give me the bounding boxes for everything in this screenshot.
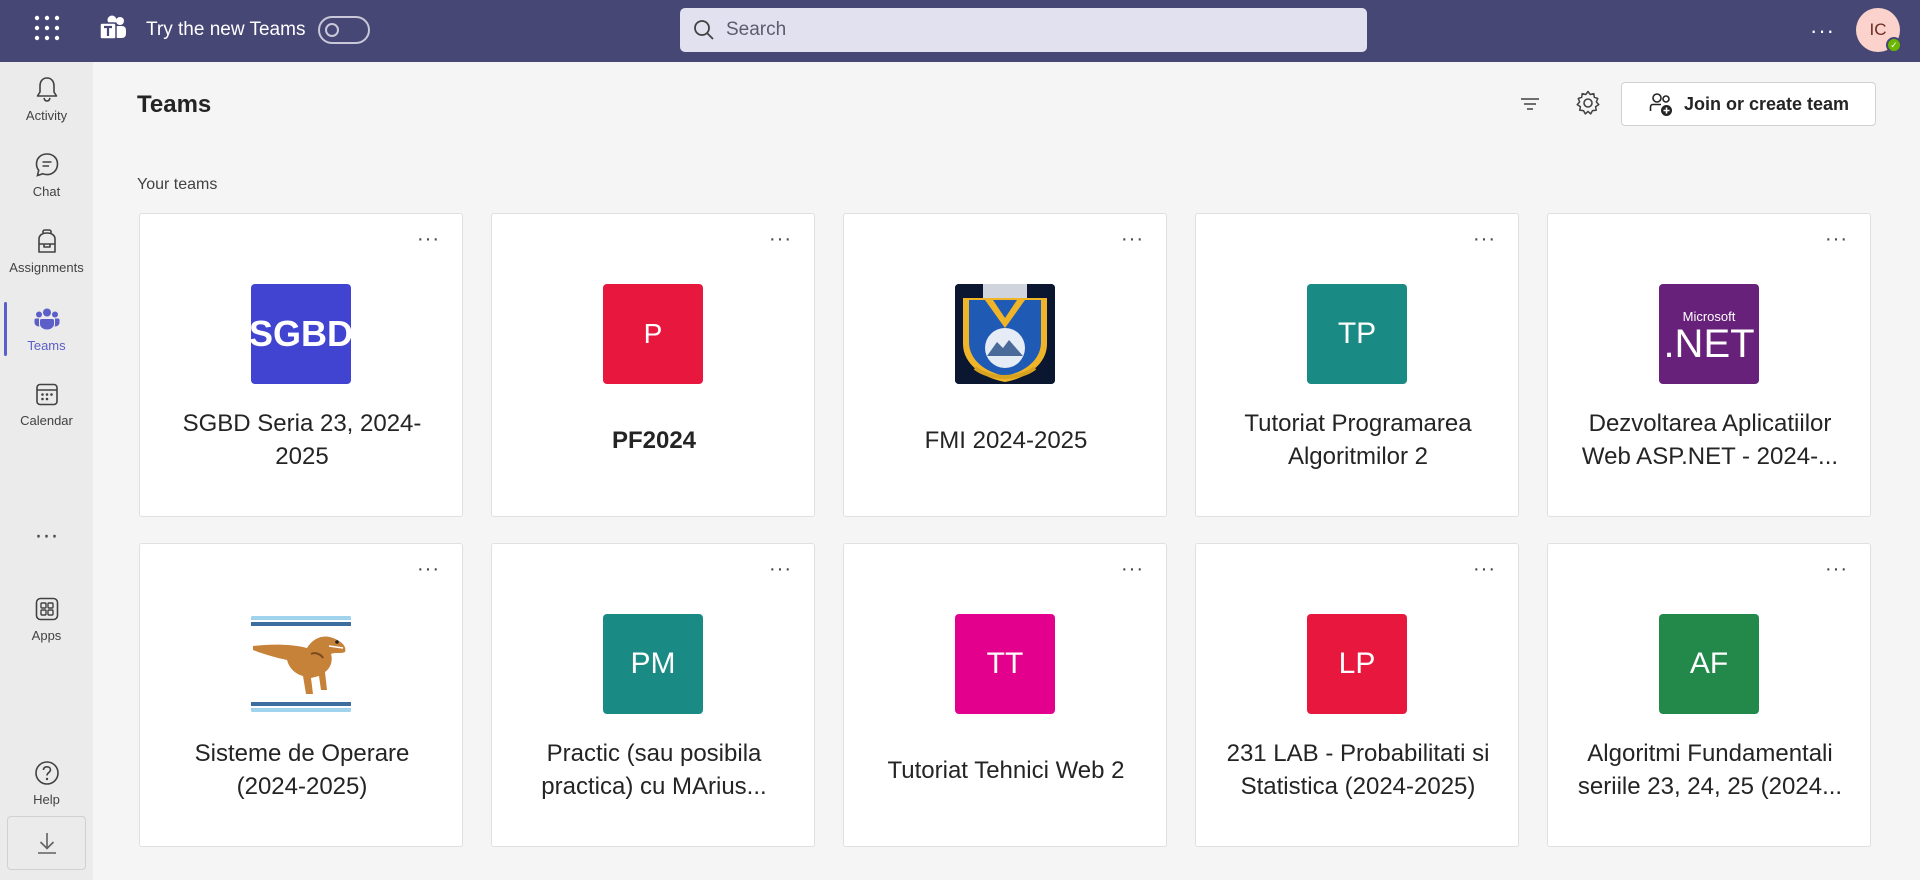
more-options-icon[interactable]: ···	[769, 228, 792, 251]
left-rail: Activity Chat Assignments Teams Calendar…	[0, 62, 93, 880]
more-options-icon[interactable]: ···	[769, 558, 792, 581]
chat-icon	[35, 153, 58, 177]
team-tile-text: PM	[630, 647, 676, 680]
team-card[interactable]: ··· AF Algoritmi Fundamentali seriile 23…	[1547, 543, 1871, 847]
team-card[interactable]: ··· Microsoft .NET Dezvoltarea Aplicatii…	[1547, 213, 1871, 517]
dotnet-label: .NET	[1663, 321, 1755, 366]
gear-icon[interactable]	[1573, 88, 1603, 118]
team-card[interactable]: ··· P PF2024	[491, 213, 815, 517]
new-teams-toggle[interactable]	[318, 16, 370, 44]
more-options-icon[interactable]: ···	[417, 558, 440, 581]
people-icon	[34, 308, 59, 330]
join-or-create-team-button[interactable]: Join or create team	[1621, 82, 1876, 126]
team-name: FMI 2024-2025	[924, 426, 1088, 454]
dotnet-logo-tile: Microsoft .NET	[1659, 284, 1759, 384]
top-bar: Try the new Teams ··· IC ✓	[0, 0, 1920, 62]
team-card[interactable]: ··· FMI 2024-2025	[843, 213, 1167, 517]
search-icon	[694, 20, 714, 40]
filter-icon[interactable]	[1516, 90, 1544, 118]
rail-item-apps[interactable]: Apps	[0, 582, 93, 656]
team-tile: PM	[603, 614, 703, 714]
university-crest-image	[955, 284, 1055, 384]
more-options-icon[interactable]: ···	[1473, 558, 1496, 581]
rail-item-label: Calendar	[20, 413, 73, 428]
rail-more-icon[interactable]: ···	[0, 522, 93, 550]
rail-item-label: Assignments	[9, 260, 84, 275]
more-options-icon[interactable]: ···	[417, 228, 440, 251]
crest-graphic	[955, 284, 1055, 384]
rail-item-calendar[interactable]: Calendar	[0, 367, 93, 441]
dinosaur-graphic	[251, 614, 351, 714]
team-card[interactable]: ··· TP Tutoriat Programarea Algoritmilor…	[1195, 213, 1519, 517]
search-box[interactable]	[680, 8, 1367, 52]
waffle-icon[interactable]	[34, 15, 60, 41]
team-tile-text: TT	[986, 647, 1024, 680]
team-tile: LP	[1307, 614, 1407, 714]
team-tile-text: AF	[1689, 647, 1729, 680]
avatar[interactable]: IC ✓	[1856, 8, 1902, 53]
team-tile-text: LP	[1338, 647, 1376, 680]
team-card[interactable]: ··· SGBD SGBD Seria 23, 2024-2025	[139, 213, 463, 517]
team-card[interactable]: ··· Sisteme de Operare (2024-2025)	[139, 543, 463, 847]
page-title: Teams	[137, 91, 212, 118]
more-options-icon[interactable]: ···	[1825, 558, 1848, 581]
avatar-initials: IC	[1869, 20, 1887, 39]
team-name: Tutoriat Programarea Algoritmilor 2	[1244, 410, 1472, 470]
backpack-icon	[37, 229, 56, 253]
rail-item-label: Chat	[32, 184, 61, 199]
team-name: SGBD Seria 23, 2024-2025	[182, 410, 422, 470]
bell-icon	[36, 77, 57, 102]
teams-logo-icon	[99, 15, 126, 40]
more-options-icon[interactable]: ···	[1473, 228, 1496, 251]
download-icon	[37, 833, 56, 854]
team-tile: SGBD	[251, 284, 351, 384]
more-horizontal-icon[interactable]: ···	[1810, 18, 1835, 44]
team-tile: AF	[1659, 614, 1759, 714]
more-options-icon[interactable]: ···	[1121, 228, 1144, 251]
rail-item-label: Activity	[25, 108, 68, 123]
rail-item-teams[interactable]: Teams	[0, 292, 93, 366]
rail-item-label: Apps	[31, 628, 62, 643]
download-button[interactable]	[7, 816, 86, 870]
toggle-knob	[325, 23, 339, 37]
presence-available-icon: ✓	[1886, 37, 1902, 53]
help-icon	[34, 761, 59, 785]
team-name: Algoritmi Fundamentali seriile 23, 24, 2…	[1577, 740, 1843, 800]
team-name: PF2024	[611, 426, 697, 454]
team-tile: TT	[955, 614, 1055, 714]
more-options-icon[interactable]: ···	[1825, 228, 1848, 251]
rail-item-label: Help	[33, 792, 60, 807]
team-card[interactable]: ··· LP 231 LAB - Probabilitati si Statis…	[1195, 543, 1519, 847]
team-card[interactable]: ··· TT Tutoriat Tehnici Web 2	[843, 543, 1167, 847]
dinosaur-image	[251, 614, 351, 714]
team-name: Sisteme de Operare (2024-2025)	[194, 740, 410, 800]
team-name: Tutoriat Tehnici Web 2	[887, 756, 1125, 784]
team-name: Dezvoltarea Aplicatiilor Web ASP.NET - 2…	[1581, 410, 1839, 470]
apps-grid-icon	[35, 597, 58, 621]
team-tile-text: SGBD	[251, 313, 351, 354]
team-tile-text: P	[643, 318, 663, 349]
team-tile: P	[603, 284, 703, 384]
team-name: Practic (sau posibila practica) cu MAriu…	[541, 740, 767, 800]
team-name: 231 LAB - Probabilitati si Statistica (2…	[1226, 740, 1490, 800]
rail-item-help[interactable]: Help	[0, 746, 93, 820]
rail-item-label: Teams	[27, 338, 66, 353]
team-tile: TP	[1307, 284, 1407, 384]
team-tile-text: TP	[1337, 317, 1377, 350]
team-card[interactable]: ··· PM Practic (sau posibila practica) c…	[491, 543, 815, 847]
more-options-icon[interactable]: ···	[1121, 558, 1144, 581]
join-button-label: Join or create team	[1683, 93, 1850, 114]
try-new-teams-label: Try the new Teams	[146, 19, 306, 40]
calendar-icon	[35, 383, 58, 406]
rail-item-activity[interactable]: Activity	[0, 62, 93, 136]
add-people-icon	[1649, 93, 1672, 116]
your-teams-label: Your teams	[137, 176, 218, 193]
search-input[interactable]	[726, 19, 1326, 41]
rail-item-chat[interactable]: Chat	[0, 138, 93, 212]
rail-item-assignments[interactable]: Assignments	[0, 214, 93, 288]
